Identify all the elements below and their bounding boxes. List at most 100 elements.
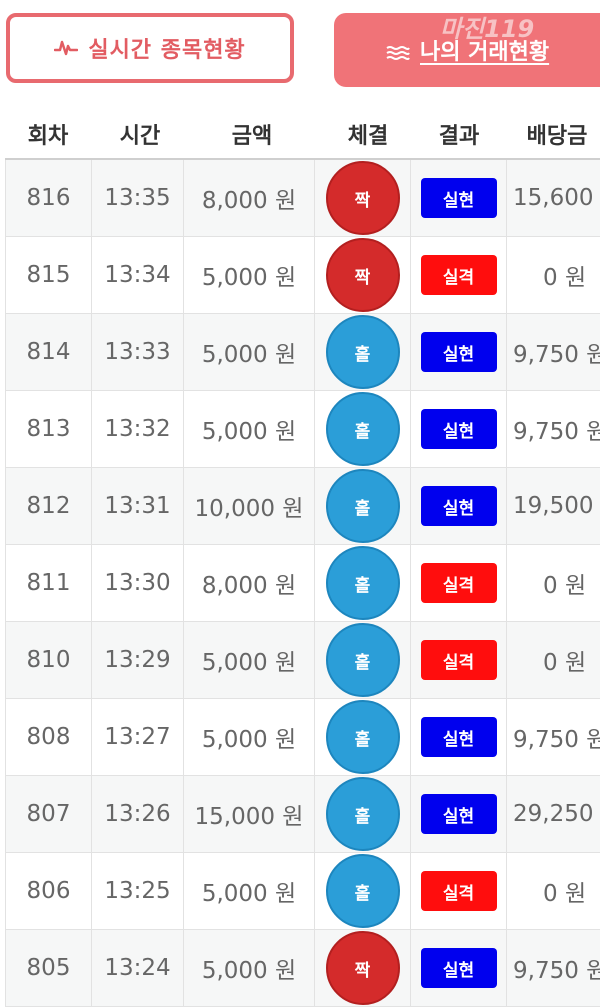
amount-cell: 5,000 원 [183,699,314,775]
result-cell: 실격 [410,545,506,621]
payout-cell: 29,250 [506,776,600,852]
round-cell: 811 [5,545,91,621]
payout-cell: 19,500 [506,468,600,544]
round-cell: 814 [5,314,91,390]
header-payout: 배당금 [526,124,588,149]
bet-cell: 홀 [314,391,410,467]
table-row: 814 13:33 5,000 원 홀 실현 9,750 원 [5,314,600,391]
payout-cell: 0 원 [506,237,600,313]
amount-cell: 15,000 원 [183,776,314,852]
table-row: 806 13:25 5,000 원 홀 실격 0 원 [5,853,600,930]
round-cell: 816 [5,160,91,236]
result-cell: 실현 [410,314,506,390]
amount-cell: 10,000 원 [183,468,314,544]
header-result: 결과 [438,124,480,149]
time-cell: 13:29 [91,622,183,698]
time-cell: 13:30 [91,545,183,621]
round-cell: 810 [5,622,91,698]
amount-cell: 5,000 원 [183,930,314,1006]
watermark-text: 마진119 [440,14,535,43]
result-cell: 실현 [410,699,506,775]
header-bet: 체결 [347,124,389,149]
odd-bet-ball: 홀 [325,315,400,389]
amount-cell: 5,000 원 [183,314,314,390]
result-win-badge: 실현 [420,332,497,372]
amount-cell: 5,000 원 [183,622,314,698]
payout-cell: 9,750 원 [506,314,600,390]
result-cell: 실현 [410,776,506,852]
result-win-badge: 실현 [420,717,497,757]
result-lose-badge: 실격 [420,255,497,295]
round-cell: 806 [5,853,91,929]
round-cell: 807 [5,776,91,852]
result-cell: 실격 [410,622,506,698]
round-cell: 815 [5,237,91,313]
time-cell: 13:34 [91,237,183,313]
result-cell: 실격 [410,853,506,929]
result-lose-badge: 실격 [420,640,497,680]
odd-bet-ball: 홀 [325,469,400,543]
bet-cell: 홀 [314,853,410,929]
result-cell: 실격 [410,237,506,313]
odd-bet-ball: 홀 [325,700,400,774]
result-lose-badge: 실격 [420,871,497,911]
result-win-badge: 실현 [420,178,497,218]
tab-realtime-status-label: 실시간 종목현황 [88,38,246,63]
bet-cell: 홀 [314,545,410,621]
tab-realtime-status[interactable]: 실시간 종목현황 [6,13,294,83]
bet-cell: 홀 [314,468,410,544]
even-bet-ball: 짝 [325,931,400,1005]
payout-cell: 9,750 원 [506,699,600,775]
bet-cell: 홀 [314,699,410,775]
round-cell: 812 [5,468,91,544]
bet-cell: 홀 [314,622,410,698]
time-cell: 13:35 [91,160,183,236]
time-cell: 13:31 [91,468,183,544]
time-cell: 13:24 [91,930,183,1006]
result-cell: 실현 [410,160,506,236]
bet-cell: 짝 [314,237,410,313]
result-win-badge: 실현 [420,794,497,834]
round-cell: 805 [5,930,91,1006]
bet-cell: 홀 [314,776,410,852]
odd-bet-ball: 홀 [325,392,400,466]
table-row: 807 13:26 15,000 원 홀 실현 29,250 [5,776,600,853]
table-row: 811 13:30 8,000 원 홀 실격 0 원 [5,545,600,622]
payout-cell: 0 원 [506,545,600,621]
header-amount: 금액 [231,124,273,149]
amount-cell: 5,000 원 [183,391,314,467]
time-cell: 13:25 [91,853,183,929]
result-cell: 실현 [410,468,506,544]
bet-cell: 홀 [314,314,410,390]
result-win-badge: 실현 [420,409,497,449]
trade-table: 816 13:35 8,000 원 짝 실현 15,600 815 13:34 5,000 원짝… [5,158,600,1007]
round-cell: 813 [5,391,91,467]
table-row: 810 13:29 5,000 원 홀 실격 0 원 [5,622,600,699]
table-row: 813 13:32 5,000 원 홀 실현 9,750 원 [5,391,600,468]
odd-bet-ball: 홀 [325,546,400,620]
time-cell: 13:33 [91,314,183,390]
time-cell: 13:26 [91,776,183,852]
result-win-badge: 실현 [420,486,497,526]
result-lose-badge: 실격 [420,563,497,603]
result-cell: 실현 [410,391,506,467]
odd-bet-ball: 홀 [325,854,400,928]
watermark-logo: 마진119 [404,4,600,48]
table-row: 812 13:31 10,000 원 홀 실현 19,500 [5,468,600,545]
even-bet-ball: 짝 [325,161,400,235]
payout-cell: 9,750 원 [506,391,600,467]
amount-cell: 8,000 원 [183,545,314,621]
table-row: 808 13:27 5,000 원 홀 실현 9,750 원 [5,699,600,776]
table-row: 816 13:35 8,000 원 짝 실현 15,600 [5,160,600,237]
payout-cell: 0 원 [506,853,600,929]
round-cell: 808 [5,699,91,775]
amount-cell: 8,000 원 [183,160,314,236]
odd-bet-ball: 홀 [325,777,400,851]
result-win-badge: 실현 [420,948,497,988]
table-header: 회차 시간 금액 체결 결과 배당금 [0,108,600,160]
amount-cell: 5,000 원 [183,853,314,929]
tab-bar: 실시간 종목현황 나의 거래현황 마진119 [0,0,600,100]
time-cell: 13:27 [91,699,183,775]
payout-cell: 0 원 [506,622,600,698]
header-round: 회차 [27,124,69,149]
